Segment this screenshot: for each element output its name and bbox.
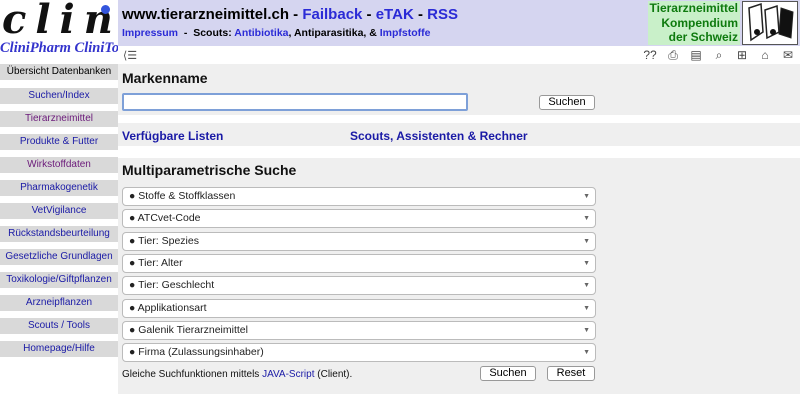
site-title: www.tierarzneimittel.ch - Failback - eTA… — [122, 6, 458, 23]
comma: , — [288, 27, 292, 39]
divider-band — [118, 115, 800, 123]
select-tier-alter[interactable]: ● Tier: Alter ▼ — [122, 254, 596, 273]
sidebar-item-homepage-hilfe[interactable]: Homepage/Hilfe — [0, 341, 118, 357]
document-icon[interactable]: ▤ — [688, 48, 704, 62]
kompendium-line-3: der Schweiz — [668, 30, 738, 44]
lists-link[interactable]: Verfügbare Listen — [122, 129, 223, 143]
ampersand: & — [369, 27, 377, 39]
select-label: ● Tier: Geschlecht — [129, 279, 215, 291]
markenname-input[interactable] — [122, 93, 468, 111]
kompendium-line-2: Kompendium — [661, 15, 738, 30]
home-icon[interactable]: ⌂ — [757, 48, 773, 62]
chevron-down-icon: ▼ — [583, 238, 590, 245]
select-label: ● Stoffe & Stoffklassen — [129, 190, 236, 202]
tool-icons: ?? ⎙ ▤ ⌕ ⊞ ⌂ ✉ — [642, 48, 796, 62]
chevron-down-icon: ▼ — [583, 349, 590, 356]
sidebar-item-vetvigilance[interactable]: VetVigilance — [0, 203, 118, 219]
sidebar-item-scouts-tools[interactable]: Scouts / Tools — [0, 318, 118, 334]
sidebar-item-gesetzliche-grundlagen[interactable]: Gesetzliche Grundlagen — [0, 249, 118, 265]
sidebar-item-arzneipflanzen[interactable]: Arzneipflanzen — [0, 295, 118, 311]
separator: - — [293, 6, 299, 23]
divider-band — [118, 146, 800, 158]
footnote-suffix: (Client). — [317, 369, 353, 380]
impfstoffe-link[interactable]: Impfstoffe — [380, 27, 431, 39]
logo-dot — [101, 5, 110, 14]
separator: - — [366, 6, 372, 23]
header: www.tierarzneimittel.ch - Failback - eTA… — [118, 0, 800, 46]
kompendium-line-1: Tierarzneimittel — [649, 1, 738, 15]
select-atcvet-code[interactable]: ● ATCvet-Code ▼ — [122, 209, 596, 228]
select-stoffe[interactable]: ● Stoffe & Stoffklassen ▼ — [122, 187, 596, 206]
header-subline: Impressum - Scouts: Antibiotika, Antipar… — [122, 27, 431, 39]
sitemap-icon[interactable]: ⊞ — [734, 48, 750, 62]
sidebar-item-produkte-futter[interactable]: Produkte & Futter — [0, 134, 118, 150]
select-label: ● Tier: Spezies — [129, 235, 199, 247]
sidebar-item-tierarzneimittel[interactable]: Tierarzneimittel — [0, 111, 118, 127]
chevron-down-icon: ▼ — [583, 327, 590, 334]
reset-button[interactable]: Reset — [547, 366, 595, 381]
multi-search-button[interactable]: Suchen — [480, 366, 536, 381]
help-icon[interactable]: ?? — [642, 48, 658, 62]
separator: - — [183, 27, 188, 39]
logo-brand: CliniPharm CliniTox — [0, 40, 127, 56]
select-label: ● ATCvet-Code — [129, 212, 201, 224]
select-label: ● Applikationsart — [129, 302, 207, 314]
select-applikationsart[interactable]: ● Applikationsart ▼ — [122, 299, 596, 318]
javascript-link[interactable]: JAVA-Script — [262, 369, 314, 380]
select-tier-geschlecht[interactable]: ● Tier: Geschlecht ▼ — [122, 276, 596, 295]
antibiotika-link[interactable]: Antibiotika — [234, 27, 288, 39]
chevron-down-icon: ▼ — [583, 193, 590, 200]
kompendium-logo-icon — [742, 1, 798, 45]
etak-link[interactable]: eTAK — [376, 6, 414, 23]
chevron-down-icon: ▼ — [583, 260, 590, 267]
print-icon[interactable]: ⎙ — [665, 48, 681, 62]
overview-databases-label: Übersicht Datenbanken — [0, 64, 118, 80]
footnote-text: Gleiche Suchfunktionen mittels — [122, 369, 260, 380]
impressum-link[interactable]: Impressum — [122, 27, 178, 39]
scouts-assistants-link[interactable]: Scouts, Assistenten & Rechner — [350, 129, 528, 143]
sidebar-item-toxikologie[interactable]: Toxikologie/Giftpflanzen — [0, 272, 118, 288]
sidebar: clini CliniPharm CliniTox Übersicht Date… — [0, 0, 137, 394]
mail-icon[interactable]: ✉ — [780, 48, 796, 62]
select-tier-spezies[interactable]: ● Tier: Spezies ▼ — [122, 232, 596, 251]
clinipharm-logo[interactable]: clini CliniPharm CliniTox — [0, 0, 137, 64]
scouts-prefix: Scouts: — [193, 27, 232, 39]
javascript-footnote: Gleiche Suchfunktionen mittels JAVA-Scri… — [122, 369, 352, 380]
site-url[interactable]: www.tierarzneimittel.ch — [122, 6, 289, 23]
select-firma[interactable]: ● Firma (Zulassungsinhaber) ▼ — [122, 343, 596, 362]
select-label: ● Galenik Tierarzneimittel — [129, 324, 248, 336]
rss-link[interactable]: RSS — [427, 6, 458, 23]
sidebar-item-suchen-index[interactable]: Suchen/Index — [0, 88, 118, 104]
sidebar-item-rueckstandsbeurteilung[interactable]: Rückstandsbeurteilung — [0, 226, 118, 242]
chevron-down-icon: ▼ — [583, 215, 590, 222]
chevron-down-icon: ▼ — [583, 282, 590, 289]
collapse-menu-icon[interactable]: ⟨☰ — [123, 49, 137, 62]
markenname-title: Markenname — [122, 70, 208, 86]
search-icon[interactable]: ⌕ — [711, 48, 727, 62]
kompendium-badge[interactable]: Tierarzneimittel Kompendium der Schweiz — [648, 1, 740, 45]
sidebar-item-pharmakogenetik[interactable]: Pharmakogenetik — [0, 180, 118, 196]
markenname-search-button[interactable]: Suchen — [539, 95, 595, 110]
sidebar-item-wirkstoffdaten[interactable]: Wirkstoffdaten — [0, 157, 118, 173]
antiparasitika-link[interactable]: Antiparasitika, — [294, 27, 366, 39]
main-content: Markenname Suchen Verfügbare Listen Scou… — [118, 64, 800, 394]
chevron-down-icon: ▼ — [583, 305, 590, 312]
multiparametric-title: Multiparametrische Suche — [122, 162, 297, 178]
separator: - — [417, 6, 423, 23]
failback-link[interactable]: Failback — [302, 6, 362, 23]
select-label: ● Tier: Alter — [129, 257, 183, 269]
toolbar: ⟨☰ ?? ⎙ ▤ ⌕ ⊞ ⌂ ✉ — [118, 46, 800, 64]
select-galenik[interactable]: ● Galenik Tierarzneimittel ▼ — [122, 321, 596, 340]
select-label: ● Firma (Zulassungsinhaber) — [129, 346, 264, 358]
